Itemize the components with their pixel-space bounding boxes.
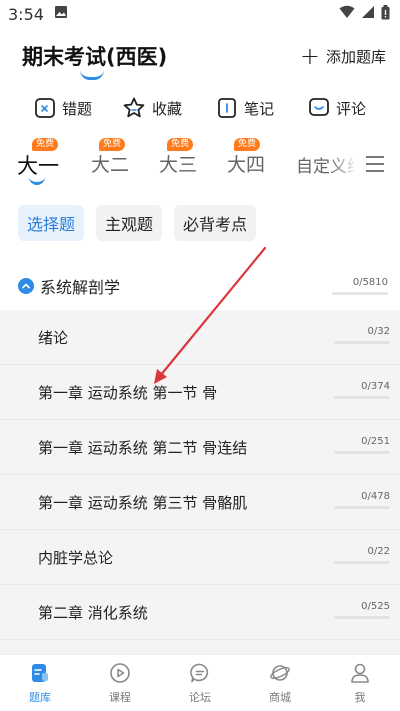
list-item[interactable]: 第一章 运动系统 第一节 骨 0/374 xyxy=(0,365,400,420)
free-badge: 免费 xyxy=(167,138,194,151)
list-item[interactable]: 第二章 消化系统 0/525 xyxy=(0,585,400,640)
add-question-bank-label: 添加题库 xyxy=(325,47,386,66)
tab-profile-label: 我 xyxy=(354,690,366,704)
chapter-progress: 0/525 xyxy=(334,601,390,619)
list-item[interactable]: 绪论 0/32 xyxy=(0,310,400,365)
tools-row: 错题 收藏 笔记 评论 xyxy=(0,88,400,128)
tab-courses-label: 课程 xyxy=(109,690,131,704)
tab-grade-4[interactable]: 大四 xyxy=(227,150,265,177)
list-item[interactable]: 第一章 运动系统 第二节 骨连结 0/251 xyxy=(0,420,400,475)
play-course-icon xyxy=(109,662,131,687)
question-bank-icon xyxy=(29,662,51,687)
chapter-count: 0/478 xyxy=(361,491,390,502)
wrong-questions-button[interactable]: 错题 xyxy=(34,97,92,119)
section-progress: 0/5810 xyxy=(332,277,388,295)
chapter-title: 第一章 运动系统 第三节 骨骼肌 xyxy=(38,493,248,512)
notes-label: 笔记 xyxy=(244,99,275,118)
tabs-fade-overlay xyxy=(330,140,358,190)
chapter-progress-bar xyxy=(334,616,390,619)
bottom-tab-bar: 题库 课程 论坛 商城 我 xyxy=(0,654,400,711)
chapter-title: 内脏学总论 xyxy=(38,548,114,567)
tab-grade-3[interactable]: 大三 xyxy=(159,150,197,177)
question-type-chips: 选择题 主观题 必背考点 xyxy=(18,205,257,241)
star-icon xyxy=(122,96,146,120)
tab-mall[interactable]: 商城 xyxy=(240,655,320,711)
tab-grade-1-label: 大一 xyxy=(17,154,59,178)
tab-question-bank[interactable]: 题库 xyxy=(0,655,80,711)
free-badge: 免费 xyxy=(32,138,59,151)
chevron-up-icon[interactable] xyxy=(18,278,34,294)
status-icons xyxy=(339,4,390,24)
add-question-bank-button[interactable]: + 添加题库 xyxy=(300,44,386,68)
tab-grade-2-label: 大二 xyxy=(91,154,130,176)
list-item[interactable]: 内脏学总论 0/22 xyxy=(0,530,400,585)
chapter-progress-bar xyxy=(334,451,390,454)
chip-multiple-choice[interactable]: 选择题 xyxy=(18,205,85,241)
tab-grade-2[interactable]: 大二 xyxy=(91,150,129,177)
chapter-count: 0/374 xyxy=(361,381,390,392)
section-systematic-anatomy[interactable]: 系统解剖学 0/5810 xyxy=(0,262,400,310)
comments-button[interactable]: 评论 xyxy=(308,97,366,119)
chapter-count: 0/525 xyxy=(361,601,390,612)
chapter-progress: 0/32 xyxy=(334,326,390,344)
status-time: 3:54 xyxy=(8,4,44,24)
free-badge: 免费 xyxy=(234,138,261,151)
notes-button[interactable]: 笔记 xyxy=(216,97,274,119)
tab-mall-label: 商城 xyxy=(269,690,291,704)
section-title: 系统解剖学 xyxy=(40,278,121,297)
tab-courses[interactable]: 课程 xyxy=(80,655,160,711)
gallery-notification-icon xyxy=(54,5,68,23)
favorites-button[interactable]: 收藏 xyxy=(122,96,182,120)
section-count: 0/5810 xyxy=(352,277,388,288)
tab-grade-4-label: 大四 xyxy=(227,154,266,176)
chapter-title: 第一章 运动系统 第一节 骨 xyxy=(38,383,218,402)
tab-grade-3-label: 大三 xyxy=(159,154,198,176)
title-underline xyxy=(80,70,104,80)
plus-icon: + xyxy=(299,42,320,70)
mall-planet-icon xyxy=(269,662,291,687)
grade-tabs: 大一 免费 大二 免费 大三 免费 大四 免费 自定义组 xyxy=(0,138,400,190)
section-progress-bar xyxy=(332,292,388,295)
page-header: 期末考试(西医) + 添加题库 xyxy=(0,30,400,82)
chip-key-points[interactable]: 必背考点 xyxy=(174,205,257,241)
chapter-count: 0/32 xyxy=(367,326,390,337)
tab-question-bank-label: 题库 xyxy=(29,690,51,704)
chapter-count: 0/22 xyxy=(367,546,390,557)
note-icon xyxy=(216,97,238,119)
chapter-progress-bar xyxy=(334,341,390,344)
wifi-icon xyxy=(339,5,355,23)
chapter-progress-bar xyxy=(334,396,390,399)
chapter-title: 第一章 运动系统 第二节 骨连结 xyxy=(38,438,248,457)
forum-chat-icon xyxy=(189,662,211,687)
chip-subjective[interactable]: 主观题 xyxy=(96,205,163,241)
chapter-progress: 0/22 xyxy=(334,546,390,564)
status-bar: 3:54 xyxy=(0,0,400,28)
battery-icon xyxy=(381,4,390,24)
chapter-progress-bar xyxy=(334,561,390,564)
tab-profile[interactable]: 我 xyxy=(320,655,400,711)
free-badge: 免费 xyxy=(99,138,126,151)
tab-forum[interactable]: 论坛 xyxy=(160,655,240,711)
comments-label: 评论 xyxy=(336,99,367,118)
page-title[interactable]: 期末考试(西医) xyxy=(22,41,167,71)
list-item[interactable]: 第一章 运动系统 第三节 骨骼肌 0/478 xyxy=(0,475,400,530)
chapter-progress: 0/251 xyxy=(334,436,390,454)
active-tab-indicator xyxy=(29,176,45,185)
favorites-label: 收藏 xyxy=(152,99,183,118)
chapter-list: 绪论 0/32 第一章 运动系统 第一节 骨 0/374 第一章 运动系统 第二… xyxy=(0,310,400,654)
signal-icon xyxy=(361,5,375,23)
wrong-questions-label: 错题 xyxy=(62,99,93,118)
chapter-progress: 0/478 xyxy=(334,491,390,509)
chapter-progress: 0/374 xyxy=(334,381,390,399)
chapter-title: 绪论 xyxy=(38,328,69,347)
chapter-progress-bar xyxy=(334,506,390,509)
comment-icon xyxy=(308,97,330,119)
tab-forum-label: 论坛 xyxy=(189,690,211,704)
chapter-title: 第二章 消化系统 xyxy=(38,603,148,622)
wrong-question-icon xyxy=(34,97,56,119)
chapter-count: 0/251 xyxy=(361,436,390,447)
profile-icon xyxy=(349,662,371,687)
menu-icon[interactable] xyxy=(366,156,384,177)
